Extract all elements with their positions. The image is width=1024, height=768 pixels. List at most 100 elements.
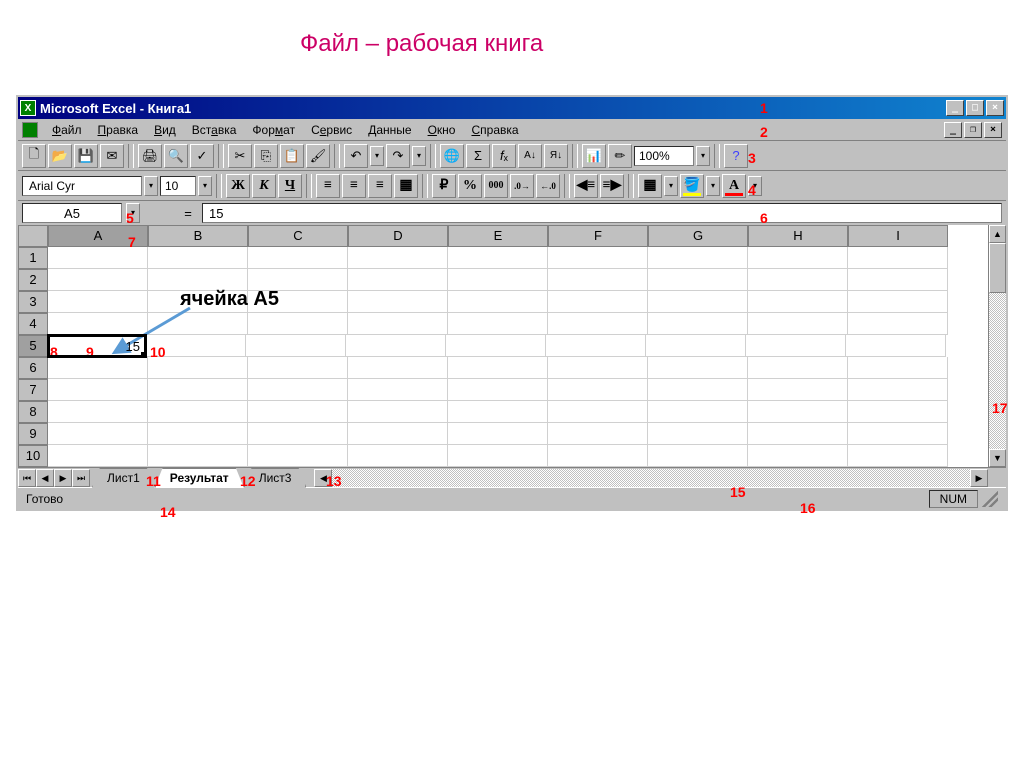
menu-view[interactable]: Вид [146,121,184,139]
column-header-C[interactable]: C [248,225,348,247]
hyperlink-icon[interactable]: 🌐 [440,144,464,168]
cell-D5[interactable] [346,335,446,357]
tab-nav-next-icon[interactable]: ▶ [54,469,72,487]
cell-G3[interactable] [648,291,748,313]
align-center-icon[interactable]: ≡ [342,174,366,198]
cell-E9[interactable] [448,423,548,445]
cell-G6[interactable] [648,357,748,379]
cell-F8[interactable] [548,401,648,423]
autosum-icon[interactable]: Σ [466,144,490,168]
cell-G1[interactable] [648,247,748,269]
cell-A7[interactable] [48,379,148,401]
cell-E7[interactable] [448,379,548,401]
new-icon[interactable]: 🗋 [22,144,46,168]
cell-F6[interactable] [548,357,648,379]
doc-close-button[interactable]: × [984,122,1002,138]
column-header-E[interactable]: E [448,225,548,247]
cell-H1[interactable] [748,247,848,269]
maximize-button[interactable]: □ [966,100,984,116]
cell-I10[interactable] [848,445,948,467]
cell-F2[interactable] [548,269,648,291]
decrease-decimal-icon[interactable]: ←.0 [536,174,560,198]
row-header-10[interactable]: 10 [18,445,48,467]
cell-C1[interactable] [248,247,348,269]
cell-E1[interactable] [448,247,548,269]
select-all-corner[interactable] [18,225,48,247]
cell-G2[interactable] [648,269,748,291]
cell-I8[interactable] [848,401,948,423]
merge-center-icon[interactable]: ▦ [394,174,418,198]
row-header-7[interactable]: 7 [18,379,48,401]
cell-H3[interactable] [748,291,848,313]
cell-G7[interactable] [648,379,748,401]
fill-color-icon[interactable]: 🪣 [680,174,704,198]
cell-I9[interactable] [848,423,948,445]
cell-I6[interactable] [848,357,948,379]
row-header-8[interactable]: 8 [18,401,48,423]
cell-F9[interactable] [548,423,648,445]
align-left-icon[interactable]: ≡ [316,174,340,198]
print-icon[interactable]: 🖨 [138,144,162,168]
column-header-D[interactable]: D [348,225,448,247]
cell-E5[interactable] [446,335,546,357]
percent-icon[interactable]: % [458,174,482,198]
cell-H7[interactable] [748,379,848,401]
cell-C9[interactable] [248,423,348,445]
menu-insert[interactable]: Вставка [184,121,245,139]
tab-nav-first-icon[interactable]: ⏮ [18,469,36,487]
cell-F4[interactable] [548,313,648,335]
cell-C7[interactable] [248,379,348,401]
cell-D1[interactable] [348,247,448,269]
cell-H5[interactable] [746,335,846,357]
cell-E2[interactable] [448,269,548,291]
sheet-tab-0[interactable]: Лист1 [92,468,155,488]
cell-E8[interactable] [448,401,548,423]
fill-color-dropdown[interactable]: ▾ [706,176,720,196]
tab-nav-prev-icon[interactable]: ◀ [36,469,54,487]
cell-C8[interactable] [248,401,348,423]
redo-dropdown[interactable]: ▾ [412,146,426,166]
cell-A9[interactable] [48,423,148,445]
cell-A5[interactable]: 15 [47,334,147,358]
cell-D8[interactable] [348,401,448,423]
cell-I2[interactable] [848,269,948,291]
cell-D9[interactable] [348,423,448,445]
zoom-input[interactable]: 100% [634,146,694,166]
doc-minimize-button[interactable]: _ [944,122,962,138]
scroll-left-icon[interactable]: ◀ [314,469,332,487]
cell-F5[interactable] [546,335,646,357]
column-header-I[interactable]: I [848,225,948,247]
cut-icon[interactable]: ✂ [228,144,252,168]
format-painter-icon[interactable]: 🖌 [306,144,330,168]
cell-E4[interactable] [448,313,548,335]
spellcheck-icon[interactable]: ✓ [190,144,214,168]
currency-icon[interactable]: ₽ [432,174,456,198]
sort-desc-icon[interactable]: Я↓ [544,144,568,168]
undo-icon[interactable]: ↶ [344,144,368,168]
preview-icon[interactable]: 🔍 [164,144,188,168]
italic-button[interactable]: К [252,174,276,198]
scroll-thumb[interactable] [989,243,1006,293]
cell-A1[interactable] [48,247,148,269]
cell-C4[interactable] [248,313,348,335]
cell-C6[interactable] [248,357,348,379]
menu-format[interactable]: Формат [244,121,303,139]
sort-asc-icon[interactable]: А↓ [518,144,542,168]
scroll-right-icon[interactable]: ▶ [970,469,988,487]
cell-D7[interactable] [348,379,448,401]
cell-H2[interactable] [748,269,848,291]
help-icon[interactable]: ? [724,144,748,168]
comma-icon[interactable]: 000 [484,174,508,198]
cell-C5[interactable] [246,335,346,357]
menu-window[interactable]: Окно [420,121,464,139]
menu-edit[interactable]: Правка [90,121,147,139]
name-box[interactable]: A5 [22,203,122,223]
paste-icon[interactable]: 📋 [280,144,304,168]
drawing-icon[interactable]: ✏ [608,144,632,168]
vertical-scrollbar[interactable]: ▲ ▼ [988,225,1006,467]
cell-A2[interactable] [48,269,148,291]
cell-G10[interactable] [648,445,748,467]
column-header-H[interactable]: H [748,225,848,247]
cell-B7[interactable] [148,379,248,401]
cell-F7[interactable] [548,379,648,401]
